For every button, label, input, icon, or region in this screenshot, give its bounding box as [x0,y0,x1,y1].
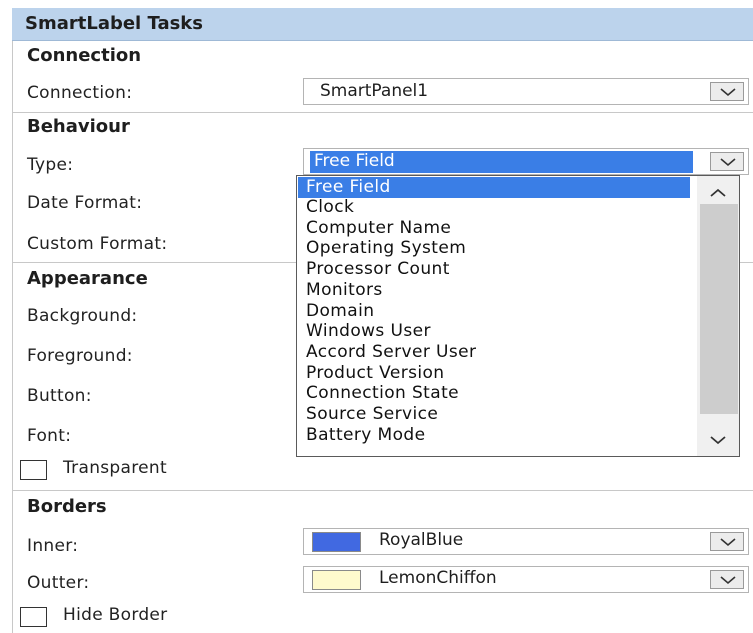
dropdown-option[interactable]: Domain [306,301,374,321]
chevron-down-icon [720,576,736,585]
connection-label: Connection: [27,83,133,103]
behaviour-header: Behaviour [27,116,130,137]
connection-header: Connection [27,45,142,66]
chevron-down-icon [720,158,736,167]
connection-select[interactable]: SmartPanel1 [303,78,749,105]
dropdown-option[interactable]: Accord Server User [306,342,476,362]
outter-label: Outter: [27,573,90,593]
inner-color-select[interactable]: RoyalBlue [303,528,749,555]
panel-title: SmartLabel Tasks [25,13,203,34]
inner-label: Inner: [27,536,79,556]
chevron-up-icon[interactable] [710,188,726,197]
font-label: Font: [27,426,72,446]
dropdown-option[interactable]: Battery Mode [306,425,425,445]
foreground-label: Foreground: [27,346,133,366]
type-select[interactable]: Free Field [303,148,749,175]
scrollbar-thumb[interactable] [700,204,738,414]
dropdown-scrollbar[interactable] [697,176,739,456]
type-label: Type: [27,155,74,175]
dropdown-option[interactable]: Processor Count [306,260,450,279]
background-label: Background: [27,306,138,326]
chevron-down-icon [720,538,736,547]
divider [12,490,753,491]
hide-border-label[interactable]: Hide Border [63,605,167,625]
panel-title-bar: SmartLabel Tasks [12,8,753,41]
connection-dropdown-button[interactable] [710,82,744,101]
inner-color-swatch [312,532,361,552]
dropdown-option[interactable]: Computer Name [306,218,451,238]
dropdown-option[interactable]: Clock [306,198,354,217]
dropdown-option[interactable]: Operating System [306,239,466,258]
inner-color-value: RoyalBlue [379,530,464,550]
type-dropdown-list[interactable]: Free Field Clock Computer Name Operating Sy… [296,175,740,457]
button-label: Button: [27,386,92,406]
type-dropdown-button[interactable] [710,152,744,171]
dropdown-option[interactable]: Free Field [298,177,690,198]
appearance-header: Appearance [27,268,148,289]
outter-color-value: LemonChiffon [379,568,497,588]
inner-dropdown-button[interactable] [710,532,744,551]
connection-value: SmartPanel1 [320,81,429,101]
dropdown-option[interactable]: Windows User [306,322,431,341]
chevron-down-icon [720,88,736,97]
date-format-label: Date Format: [27,193,143,213]
dropdown-option[interactable]: Monitors [306,280,383,300]
hide-border-checkbox[interactable] [20,607,47,627]
dropdown-option[interactable]: Product Version [306,363,444,383]
outter-color-swatch [312,570,361,590]
divider [12,112,753,113]
transparent-label[interactable]: Transparent [63,458,167,478]
borders-header: Borders [27,496,107,517]
dropdown-option[interactable]: Connection State [306,384,459,403]
chevron-down-icon[interactable] [710,436,726,445]
outter-color-select[interactable]: LemonChiffon [303,566,749,593]
transparent-checkbox[interactable] [20,460,47,480]
custom-format-label: Custom Format: [27,234,168,254]
type-selected-value: Free Field [310,151,693,173]
dropdown-option[interactable]: Source Service [306,405,438,424]
outter-dropdown-button[interactable] [710,570,744,589]
